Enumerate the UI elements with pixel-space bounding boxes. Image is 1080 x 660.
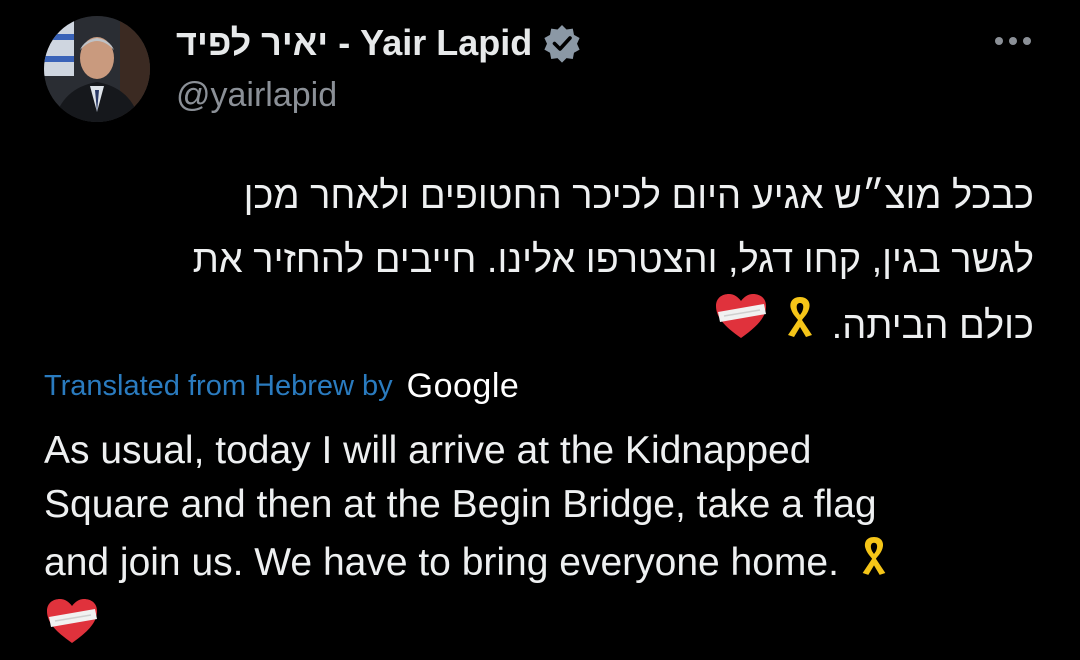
bandaged-heart-icon [714, 292, 768, 360]
translation-attribution[interactable]: Translated from Hebrew by Google [44, 366, 519, 406]
yellow-ribbon-icon [857, 532, 891, 593]
hebrew-line: כבכל מוצ״ש אגיע היום לכיכר החטופים ולאחר… [243, 175, 1034, 217]
english-line: Square and then at the Begin Bridge, tak… [44, 483, 877, 526]
author-display-name[interactable]: יאיר לפיד - Yair Lapid [176, 22, 532, 64]
english-line: As usual, today I will arrive at the Kid… [44, 429, 812, 472]
tweet-text-hebrew: כבכל מוצ״ש אגיע היום לכיכר החטופים ולאחר… [40, 164, 1034, 360]
avatar-image [44, 16, 150, 122]
hebrew-line: כולם הביתה. [831, 305, 1034, 347]
hebrew-line-with-emoji: כולם הביתה. [40, 292, 1034, 360]
tweet-card[interactable]: יאיר לפיד - Yair Lapid @yairlapid כבכל מ… [0, 0, 1080, 654]
tweet-text-translation: As usual, today I will arrive at the Kid… [44, 424, 1034, 660]
hebrew-line: לגשר בגין, קחו דגל, והצטרפו אלינו. חייבי… [192, 239, 1034, 281]
google-logo: Google [406, 366, 520, 405]
yellow-ribbon-icon [782, 293, 818, 359]
english-emoji-line [44, 597, 1034, 660]
author-name-row[interactable]: יאיר לפיד - Yair Lapid [176, 18, 582, 68]
avatar[interactable] [44, 16, 150, 122]
translated-from-label[interactable]: Translated from Hebrew by [44, 370, 393, 403]
bandaged-heart-icon [44, 597, 100, 660]
more-options-icon[interactable] [990, 26, 1036, 56]
verified-badge-icon [542, 23, 582, 63]
author-handle[interactable]: @yairlapid [176, 76, 337, 115]
english-line-with-emoji: and join us. We have to bring everyone h… [44, 532, 1034, 593]
english-line: and join us. We have to bring everyone h… [44, 540, 839, 584]
